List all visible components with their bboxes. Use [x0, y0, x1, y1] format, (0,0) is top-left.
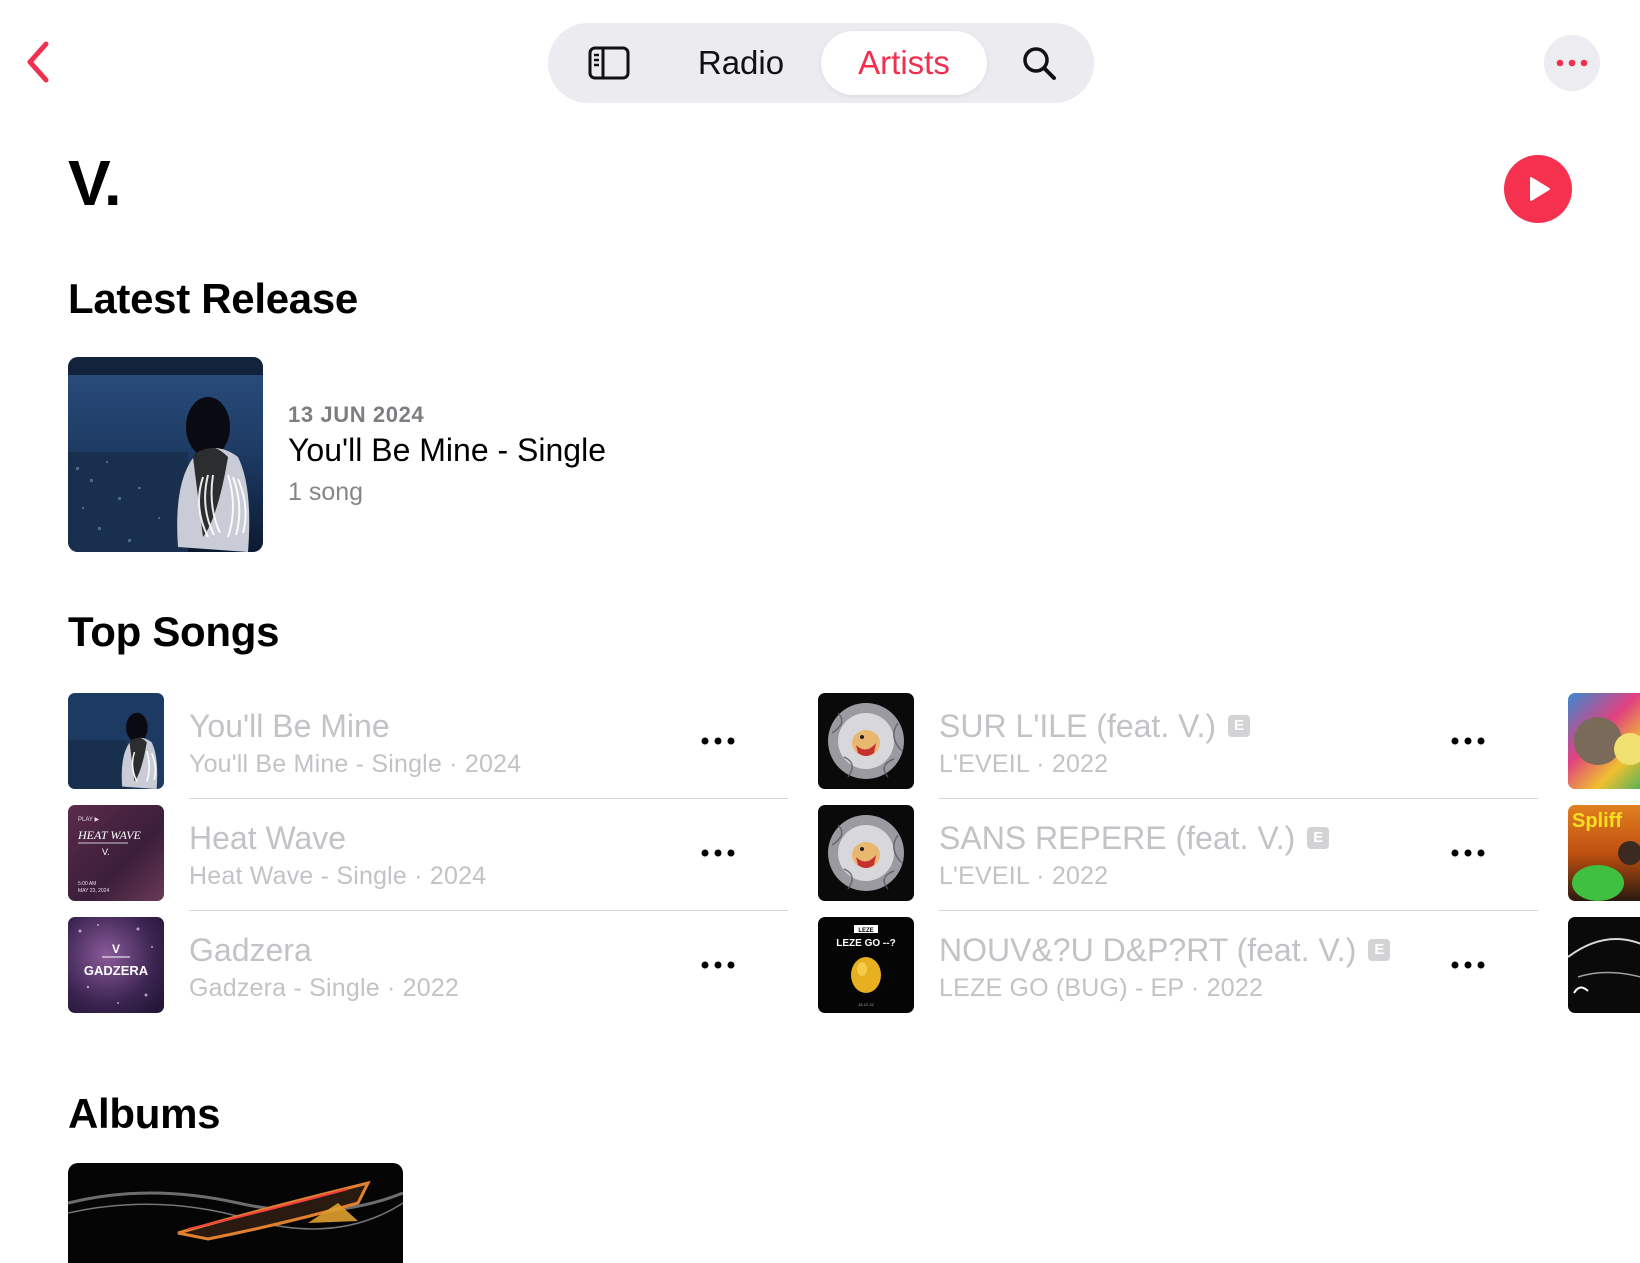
song-subtitle: LEZE GO (BUG) - EP · 2022 — [939, 974, 1264, 1002]
release-song-count: 1 song — [288, 478, 364, 506]
row-divider — [189, 910, 788, 911]
artist-name: V. — [68, 147, 122, 219]
song-artwork — [818, 805, 914, 901]
song-row[interactable]: LEZE LEZE GO --? 16.12.22 NOUV&?U D&P?RT… — [818, 917, 1538, 1029]
row-divider — [189, 798, 788, 799]
top-songs-heading: Top Songs — [68, 608, 280, 655]
explicit-badge: E — [1228, 714, 1251, 737]
release-title[interactable]: You'll Be Mine - Single — [288, 432, 606, 469]
back-button[interactable] — [22, 40, 54, 84]
song-row[interactable]: PLAY ▶ HEAT WAVE V. 5:00 AM MAY 23, 2024… — [68, 805, 788, 917]
song-more-button[interactable] — [1446, 951, 1490, 979]
song-subtitle: Heat Wave - Single · 2024 — [189, 862, 487, 890]
album-artwork[interactable] — [68, 1163, 403, 1263]
song-more-button[interactable] — [696, 727, 740, 755]
song-artwork-peek[interactable]: Spliff — [1568, 805, 1640, 901]
song-artwork-peek[interactable] — [1568, 917, 1640, 1013]
song-row[interactable]: SUR L'ILE (feat. V.) E L'EVEIL · 2022 — [818, 693, 1538, 805]
ellipsis-icon — [701, 849, 735, 857]
cover-text: PLAY ▶ — [78, 817, 99, 823]
ellipsis-icon — [1451, 961, 1485, 969]
song-title: You'll Be Mine — [189, 708, 390, 744]
latest-release-heading: Latest Release — [68, 275, 358, 322]
song-title: Heat Wave — [189, 820, 347, 856]
ellipsis-icon — [1451, 849, 1485, 857]
cover-text: HEAT WAVE — [77, 828, 142, 842]
release-date: 13 JUN 2024 — [288, 402, 425, 427]
song-more-button[interactable] — [1446, 727, 1490, 755]
song-subtitle: L'EVEIL · 2022 — [939, 862, 1109, 890]
row-divider — [939, 910, 1538, 911]
song-artwork: V GADZERA — [68, 917, 164, 1013]
ellipsis-icon — [701, 961, 735, 969]
cover-text: LEZE GO --? — [836, 938, 895, 949]
play-button[interactable] — [1504, 155, 1572, 223]
latest-release-artwork[interactable] — [68, 357, 263, 552]
cover-text: LEZE — [858, 928, 873, 934]
song-row[interactable]: SANS REPERE (feat. V.) E L'EVEIL · 2022 — [818, 805, 1538, 917]
song-title-text: NOUV&?U D&P?RT (feat. V.) — [939, 932, 1357, 968]
cover-text: GADZERA — [84, 963, 149, 978]
song-artwork-peek[interactable] — [1568, 693, 1640, 789]
tab-segmented-control: Radio Artists — [548, 23, 1094, 103]
song-row[interactable]: V GADZERA Gadzera Gadzera - Single · 202… — [68, 917, 788, 1029]
sidebar-icon — [588, 46, 630, 80]
song-row[interactable]: You'll Be Mine You'll Be Mine - Single ·… — [68, 693, 788, 805]
ellipsis-icon — [1451, 737, 1485, 745]
cover-text: 16.12.22 — [858, 1002, 874, 1007]
album-cover-image — [68, 357, 263, 552]
song-more-button[interactable] — [696, 839, 740, 867]
song-title-text: SUR L'ILE (feat. V.) — [939, 708, 1217, 744]
tab-artists[interactable]: Artists — [821, 31, 987, 95]
explicit-badge: E — [1368, 938, 1391, 961]
ellipsis-icon — [1556, 59, 1588, 67]
cover-text: Spliff — [1572, 810, 1622, 832]
song-artwork — [68, 693, 164, 789]
albums-heading: Albums — [68, 1090, 221, 1137]
cover-text: 5:00 AM — [78, 881, 96, 887]
tab-radio[interactable]: Radio — [666, 31, 816, 95]
more-options-button[interactable] — [1544, 35, 1600, 91]
chevron-left-icon — [27, 41, 49, 83]
song-more-button[interactable] — [1446, 839, 1490, 867]
song-subtitle: You'll Be Mine - Single · 2024 — [189, 750, 522, 778]
explicit-badge: E — [1307, 826, 1330, 849]
song-artwork: LEZE LEZE GO --? 16.12.22 — [818, 917, 914, 1013]
song-more-button[interactable] — [696, 951, 740, 979]
play-icon — [1530, 177, 1550, 201]
song-title: NOUV&?U D&P?RT (feat. V.) E — [939, 932, 1391, 969]
search-button[interactable] — [998, 31, 1080, 95]
cover-text: V. — [102, 847, 110, 857]
cover-text: MAY 23, 2024 — [78, 888, 109, 894]
sidebar-toggle-button[interactable] — [568, 31, 650, 95]
song-artwork: PLAY ▶ HEAT WAVE V. 5:00 AM MAY 23, 2024 — [68, 805, 164, 901]
song-artwork — [818, 693, 914, 789]
song-title: SUR L'ILE (feat. V.) E — [939, 708, 1251, 745]
row-divider — [939, 798, 1538, 799]
search-icon — [1023, 47, 1056, 80]
song-title: SANS REPERE (feat. V.) E — [939, 820, 1330, 857]
song-subtitle: L'EVEIL · 2022 — [939, 750, 1109, 778]
ellipsis-icon — [701, 737, 735, 745]
cover-text: V — [112, 942, 120, 956]
song-subtitle: Gadzera - Single · 2022 — [189, 974, 460, 1002]
song-title: Gadzera — [189, 932, 312, 968]
song-title-text: SANS REPERE (feat. V.) — [939, 820, 1296, 856]
